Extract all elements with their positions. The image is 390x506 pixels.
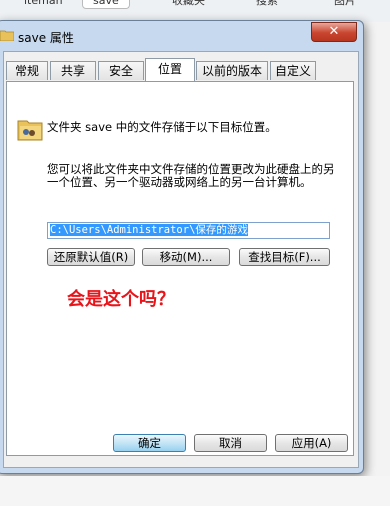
title-bar[interactable]: save 属性 ✕ — [0, 21, 363, 49]
browser-tab[interactable]: 图片 — [324, 0, 366, 8]
background-area — [0, 476, 390, 506]
location-explanation: 您可以将此文件夹中文件存储的位置更改为此硬盘上的另一个位置、另一个驱动器或网络上… — [47, 162, 335, 189]
folder-icon — [0, 29, 15, 42]
location-description: 文件夹 save 中的文件存储于以下目标位置。 — [47, 120, 277, 134]
find-target-button[interactable]: 查找目标(F)... — [239, 248, 330, 266]
tab-previous-versions[interactable]: 以前的版本 — [196, 61, 268, 80]
browser-tab-strip: iteman save 收藏夹 搜索 图片 — [0, 0, 390, 22]
window-title: save 属性 — [18, 31, 74, 45]
tab-customize[interactable]: 自定义 — [270, 61, 316, 80]
browser-tab[interactable]: iteman — [14, 0, 73, 8]
tab-sharing[interactable]: 共享 — [50, 61, 96, 80]
tab-security[interactable]: 安全 — [98, 61, 144, 80]
close-icon: ✕ — [328, 24, 340, 39]
folder-icon — [17, 116, 43, 142]
tab-bar: 常规 共享 安全 位置 以前的版本 自定义 — [4, 58, 358, 81]
cancel-button[interactable]: 取消 — [194, 434, 267, 452]
close-button[interactable]: ✕ — [311, 22, 357, 42]
browser-tab[interactable]: 搜索 — [246, 0, 288, 8]
restore-default-button[interactable]: 还原默认值(R) — [47, 248, 135, 266]
ok-button[interactable]: 确定 — [113, 434, 186, 452]
annotation-text: 会是这个吗？ — [67, 289, 175, 310]
location-panel: 文件夹 save 中的文件存储于以下目标位置。 您可以将此文件夹中文件存储的位置… — [6, 81, 354, 456]
browser-tab-active[interactable]: save — [82, 0, 130, 9]
tab-general[interactable]: 常规 — [6, 61, 48, 80]
move-button[interactable]: 移动(M)... — [142, 248, 230, 266]
tab-location[interactable]: 位置 — [145, 58, 195, 81]
dialog-body: 常规 共享 安全 位置 以前的版本 自定义 文件夹 save 中的文件存储于以下… — [3, 51, 359, 468]
apply-button[interactable]: 应用(A) — [275, 434, 348, 452]
browser-tab[interactable]: 收藏夹 — [162, 0, 215, 8]
target-path-field[interactable]: C:\Users\Administrator\保存的游戏 — [47, 222, 330, 239]
target-path-value: C:\Users\Administrator\保存的游戏 — [50, 224, 248, 236]
properties-dialog: save 属性 ✕ 常规 共享 安全 位置 以前的版本 自定义 文件夹 save… — [0, 20, 364, 474]
